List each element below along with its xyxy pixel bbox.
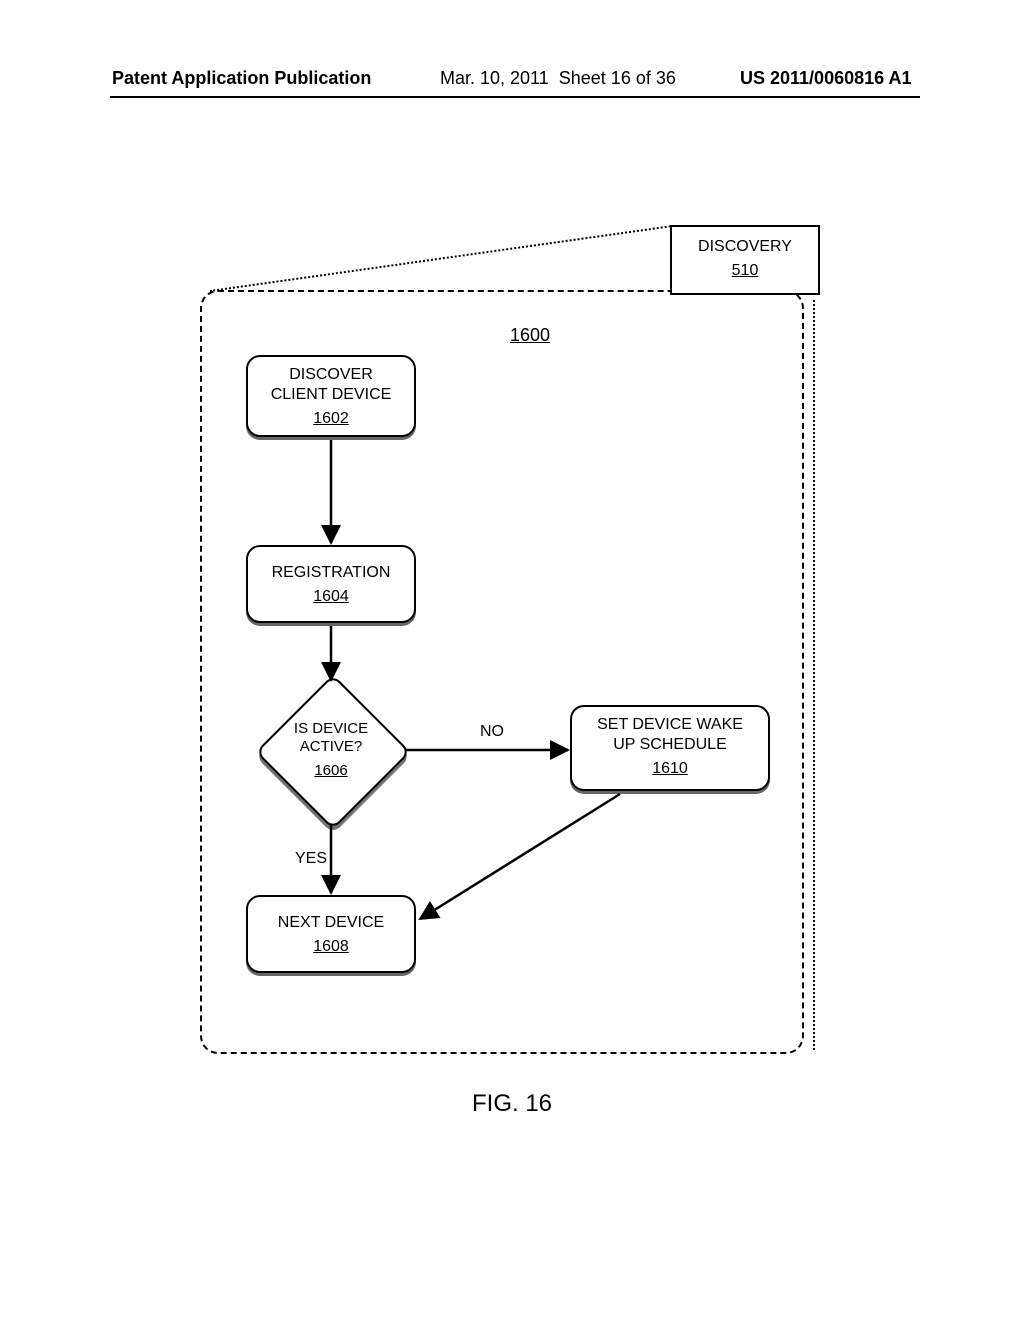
decision-is-device-active: IS DEVICE ACTIVE? 1606	[256, 675, 406, 825]
callout-line-right	[813, 300, 815, 1050]
header-publication-label: Patent Application Publication	[112, 68, 371, 89]
registration-line1: REGISTRATION	[272, 564, 391, 581]
discover-ref: 1602	[248, 409, 414, 429]
label-no: NO	[480, 723, 504, 741]
next-line1: NEXT DEVICE	[278, 914, 384, 931]
decision-text: IS DEVICE ACTIVE? 1606	[256, 675, 406, 825]
set-wakeup-schedule-box: SET DEVICE WAKE UP SCHEDULE 1610	[570, 705, 770, 791]
header-rule	[110, 96, 920, 98]
wakeup-line2: UP SCHEDULE	[613, 736, 727, 753]
label-yes: YES	[295, 850, 327, 868]
header-date-sheet: Mar. 10, 2011 Sheet 16 of 36	[440, 68, 676, 89]
next-ref: 1608	[248, 937, 414, 957]
discovery-ref: 510	[672, 261, 818, 281]
discover-client-device-box: DISCOVER CLIENT DEVICE 1602	[246, 355, 416, 437]
header-sheet: Sheet 16 of 36	[559, 68, 676, 88]
header-date: Mar. 10, 2011	[440, 68, 549, 88]
discovery-label: DISCOVERY	[698, 238, 792, 255]
flowchart-diagram: DISCOVERY 510 1600 DISCOVER CLIENT DEVIC…	[200, 225, 820, 1055]
decision-ref: 1606	[314, 762, 347, 780]
next-device-box: NEXT DEVICE 1608	[246, 895, 416, 973]
figure-caption: FIG. 16	[0, 1090, 1024, 1118]
discover-line1: DISCOVER	[289, 366, 373, 383]
process-ref: 1600	[510, 325, 550, 346]
discovery-box: DISCOVERY 510	[670, 225, 820, 295]
page: Patent Application Publication Mar. 10, …	[0, 0, 1024, 1320]
wakeup-line1: SET DEVICE WAKE	[597, 716, 743, 733]
decision-line2: ACTIVE?	[300, 738, 363, 756]
wakeup-ref: 1610	[572, 759, 768, 779]
registration-ref: 1604	[248, 587, 414, 607]
header-pubno: US 2011/0060816 A1	[740, 68, 911, 89]
registration-box: REGISTRATION 1604	[246, 545, 416, 623]
callout-line-top	[210, 225, 671, 292]
decision-line1: IS DEVICE	[294, 720, 368, 738]
discover-line2: CLIENT DEVICE	[271, 386, 392, 403]
